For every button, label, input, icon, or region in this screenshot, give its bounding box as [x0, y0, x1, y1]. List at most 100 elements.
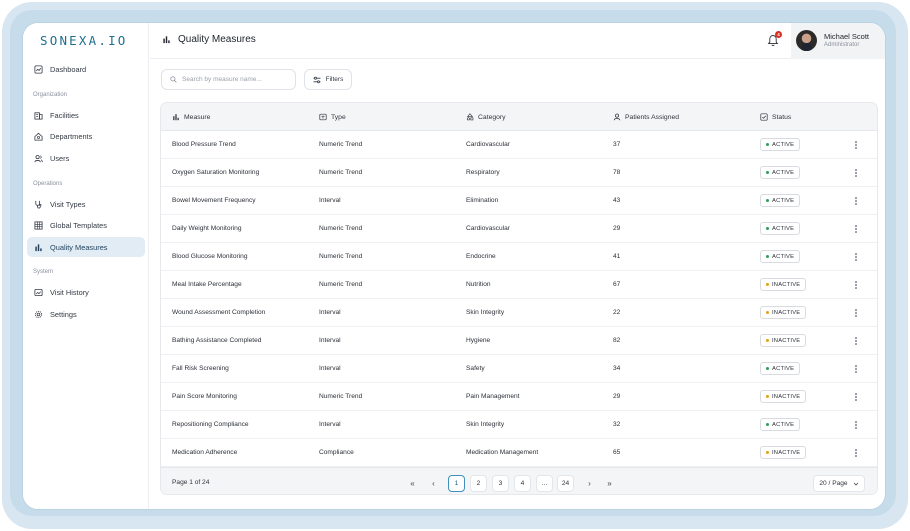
table-row[interactable]: Daily Weight Monitoring Numeric Trend Card… — [161, 215, 877, 243]
more-actions-icon[interactable] — [853, 279, 859, 291]
pagination-bar: Page 1 of 24 « ‹ 1 2 3 4 ... 24 › » 20 /… — [161, 467, 877, 494]
more-actions-icon[interactable] — [853, 335, 859, 347]
more-actions-icon[interactable] — [853, 447, 859, 459]
history-icon — [34, 288, 43, 296]
more-actions-icon[interactable] — [853, 307, 859, 319]
page-button-3[interactable]: 3 — [492, 475, 509, 492]
cell-measure: Bowel Movement Frequency — [172, 197, 256, 204]
sidebar-item-label: Dashboard — [50, 64, 87, 74]
more-actions-icon[interactable] — [853, 391, 859, 403]
sidebar-item-dashboard[interactable]: Dashboard — [27, 59, 145, 79]
cell-category: Cardiovascular — [466, 141, 510, 148]
cell-type: Interval — [319, 421, 341, 428]
column-header-status[interactable]: Status — [760, 113, 791, 121]
sidebar-item-visit-types[interactable]: Visit Types — [27, 194, 145, 214]
grid-icon — [34, 220, 43, 230]
status-text: INACTIVE — [772, 449, 801, 456]
sidebar-section-organization: Organization — [33, 92, 68, 98]
more-actions-icon[interactable] — [853, 223, 859, 235]
page-button-2[interactable]: 2 — [470, 475, 487, 492]
status-text: ACTIVE — [772, 365, 795, 372]
column-header-measure[interactable]: Measure — [172, 113, 210, 121]
first-page-button[interactable]: « — [404, 475, 421, 492]
table-row[interactable]: Bowel Movement Frequency Interval Eliminat… — [161, 187, 877, 215]
status-dot — [766, 451, 769, 454]
table-row[interactable]: Blood Glucose Monitoring Numeric Trend End… — [161, 243, 877, 271]
filters-button[interactable]: Filters — [304, 69, 352, 90]
next-page-button[interactable]: › — [581, 475, 598, 492]
table-row[interactable]: Fall Risk Screening Interval Safety 34 ACTIV… — [161, 355, 877, 383]
table-header: Measure Type Category Patients Assigned … — [161, 103, 877, 131]
page-info: Page 1 of 24 — [172, 479, 210, 486]
more-actions-icon[interactable] — [853, 167, 859, 179]
more-actions-icon[interactable] — [853, 139, 859, 151]
cell-measure: Pain Score Monitoring — [172, 393, 237, 400]
cell-patients: 65 — [613, 449, 621, 456]
status-dot — [766, 143, 769, 146]
cell-patients: 29 — [613, 393, 621, 400]
sidebar-item-label: Quality Measures — [50, 242, 108, 252]
prev-page-button[interactable]: ‹ — [425, 475, 442, 492]
table-row[interactable]: Meal Intake Percentage Numeric Trend Nutri… — [161, 271, 877, 299]
status-badge: ACTIVE — [760, 418, 801, 431]
more-actions-icon[interactable] — [853, 363, 859, 375]
sidebar-item-label: Visit History — [50, 287, 89, 297]
table-row[interactable]: Oxygen Saturation Monitoring Numeric Tren… — [161, 159, 877, 187]
sidebar-item-facilities[interactable]: Facilities — [27, 105, 145, 125]
cell-category: Endocrine — [466, 253, 496, 260]
notification-badge: 4 — [775, 31, 782, 38]
last-page-button[interactable]: » — [601, 475, 618, 492]
table-row[interactable]: Repositioning Compliance Interval Skin Int… — [161, 411, 877, 439]
cell-measure: Wound Assessment Completion — [172, 309, 266, 316]
user-icon — [613, 113, 621, 121]
status-dot — [766, 339, 769, 342]
sidebar-item-label: Settings — [50, 309, 77, 319]
cell-category: Skin Integrity — [466, 309, 505, 316]
table-row[interactable]: Medication Adherence Compliance Medication… — [161, 439, 877, 467]
more-actions-icon[interactable] — [853, 251, 859, 263]
status-text: INACTIVE — [772, 337, 801, 344]
page-button-1[interactable]: 1 — [448, 475, 465, 492]
status-dot — [766, 255, 769, 258]
status-text: INACTIVE — [772, 309, 801, 316]
sidebar-item-label: Visit Types — [50, 199, 86, 209]
sidebar-item-settings[interactable]: Settings — [27, 304, 145, 324]
column-header-type[interactable]: Type — [319, 113, 346, 121]
cell-measure: Blood Pressure Trend — [172, 141, 236, 148]
column-header-patients[interactable]: Patients Assigned — [613, 113, 679, 121]
sidebar-item-departments[interactable]: Departments — [27, 126, 145, 146]
more-actions-icon[interactable] — [853, 195, 859, 207]
filters-label: Filters — [325, 76, 344, 83]
status-text: ACTIVE — [772, 253, 795, 260]
column-header-category[interactable]: Category — [466, 113, 506, 121]
cell-patients: 67 — [613, 281, 621, 288]
user-menu[interactable]: Michael Scott Administrator — [791, 23, 885, 59]
cell-patients: 29 — [613, 225, 621, 232]
search-input[interactable] — [182, 76, 292, 83]
cell-type: Numeric Trend — [319, 393, 363, 400]
status-text: INACTIVE — [772, 393, 801, 400]
cell-measure: Meal Intake Percentage — [172, 281, 242, 288]
per-page-select[interactable]: 20 / Page — [813, 475, 865, 492]
bar-chart-icon — [35, 243, 42, 251]
column-header-label: Status — [772, 113, 792, 121]
cell-type: Interval — [319, 337, 341, 344]
sidebar-item-visit-history[interactable]: Visit History — [27, 282, 145, 302]
page-button-24[interactable]: 24 — [557, 475, 574, 492]
measures-table: Measure Type Category Patients Assigned … — [160, 102, 878, 495]
more-actions-icon[interactable] — [853, 419, 859, 431]
table-row[interactable]: Wound Assessment Completion Interval Skin … — [161, 299, 877, 327]
cell-category: Respiratory — [466, 169, 500, 176]
cell-patients: 82 — [613, 337, 621, 344]
cell-type: Numeric Trend — [319, 169, 363, 176]
table-row[interactable]: Pain Score Monitoring Numeric Trend Pain M… — [161, 383, 877, 411]
per-page-value: 20 / Page — [819, 480, 848, 487]
status-badge: INACTIVE — [760, 446, 807, 459]
sidebar-item-users[interactable]: Users — [27, 148, 145, 168]
sidebar-item-quality-measures[interactable]: Quality Measures — [27, 237, 145, 257]
bar-chart-icon — [163, 36, 170, 44]
table-row[interactable]: Blood Pressure Trend Numeric Trend Cardiov… — [161, 131, 877, 159]
page-button-4[interactable]: 4 — [514, 475, 531, 492]
sidebar-item-global-templates[interactable]: Global Templates — [27, 215, 145, 235]
table-row[interactable]: Bathing Assistance Completed Interval Hygi… — [161, 327, 877, 355]
